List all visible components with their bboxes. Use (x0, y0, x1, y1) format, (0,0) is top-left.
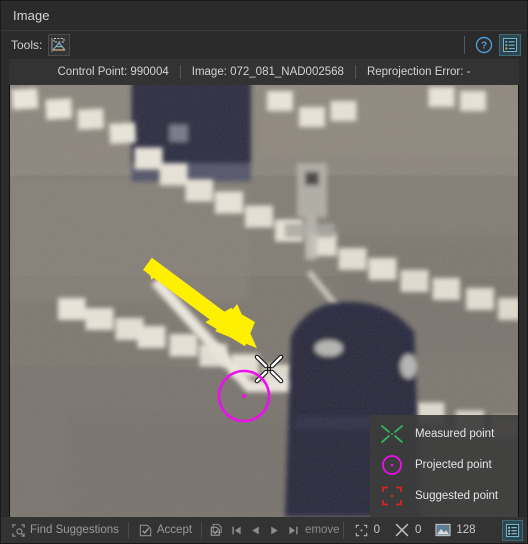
image-count-icon (435, 523, 451, 537)
legend-label-measured: Measured point (415, 428, 495, 440)
projected-point-symbol (378, 453, 406, 477)
measure-point-tool-icon (51, 38, 66, 52)
control-point-table-icon (503, 38, 517, 52)
nav-next-button[interactable] (265, 520, 284, 540)
control-point-table-icon (505, 523, 520, 537)
nav-first-button[interactable] (227, 520, 246, 540)
suggested-point-count-value: 0 (373, 524, 380, 536)
legend-item-projected: Projected point (378, 452, 510, 478)
find-suggestions-button[interactable]: Find Suggestions (5, 519, 125, 541)
measured-point-count-icon (395, 523, 409, 537)
control-point-table-button[interactable] (502, 519, 523, 541)
remove-button[interactable] (205, 520, 227, 540)
image-count: 128 (428, 523, 482, 537)
point-info-bar: Control Point: 990004 Image: 072_081_NAD… (9, 59, 519, 85)
measured-point-count: 0 (387, 522, 428, 538)
control-point-field: Control Point: 990004 (57, 66, 169, 78)
nav-previous-button[interactable] (246, 520, 265, 540)
tools-bar-right-group: ? (460, 31, 521, 59)
tools-label: Tools: (11, 38, 43, 52)
status-divider-2 (201, 521, 203, 539)
measure-point-tool-button[interactable] (48, 34, 71, 56)
legend-label-suggested: Suggested point (415, 490, 499, 502)
find-suggestions-label: Find Suggestions (30, 524, 119, 536)
legend-item-measured: Measured point (378, 421, 510, 447)
measured-point-count-value: 0 (414, 524, 422, 536)
legend-label-projected: Projected point (415, 459, 492, 471)
nav-last-button[interactable] (284, 520, 303, 540)
accept-point-icon (139, 524, 152, 536)
marker-legend-panel: Measured point Projected point Suggested… (370, 415, 518, 517)
accept-label: Accept (156, 524, 193, 536)
window-title: Image (13, 8, 50, 23)
accept-button[interactable]: Accept (132, 519, 198, 541)
reprojection-error-field: Reprojection Error: - (366, 66, 471, 78)
remove-label: emove (305, 524, 340, 536)
window-titlebar: Image (1, 1, 527, 31)
nav-first-icon (232, 526, 241, 534)
nav-previous-icon (252, 526, 259, 534)
image-point-editor-window: Image Tools: ? Control Point: 990004 Ima… (0, 0, 528, 544)
measured-point-symbol (378, 422, 406, 446)
image-count-value: 128 (456, 524, 476, 536)
legend-item-suggested: Suggested point (378, 483, 510, 509)
suggested-point-symbol (378, 484, 406, 508)
status-divider-3 (342, 521, 344, 539)
find-suggestions-icon (12, 523, 25, 537)
control-point-table-toggle[interactable] (499, 34, 521, 56)
remove-and-nav-group: emove (205, 517, 340, 543)
tools-bar: Tools: ? (1, 31, 527, 59)
status-bar: Find Suggestions Accept emove 0 0 128 (1, 517, 527, 543)
image-viewport[interactable]: Measured point Projected point Suggested… (9, 85, 519, 517)
status-divider-1 (127, 521, 129, 539)
nav-last-icon (289, 526, 298, 534)
suggested-point-count-icon (355, 524, 367, 536)
status-bar-right-group (502, 517, 523, 543)
suggested-point-count: 0 (347, 523, 387, 538)
image-name-field: Image: 072_081_NAD002568 (191, 66, 344, 78)
svg-text:?: ? (481, 41, 487, 52)
help-button[interactable]: ? (473, 34, 495, 56)
nav-next-icon (271, 526, 278, 534)
help-circle-icon: ? (475, 36, 493, 54)
remove-point-icon (210, 523, 222, 536)
toolbar-divider (464, 36, 465, 54)
